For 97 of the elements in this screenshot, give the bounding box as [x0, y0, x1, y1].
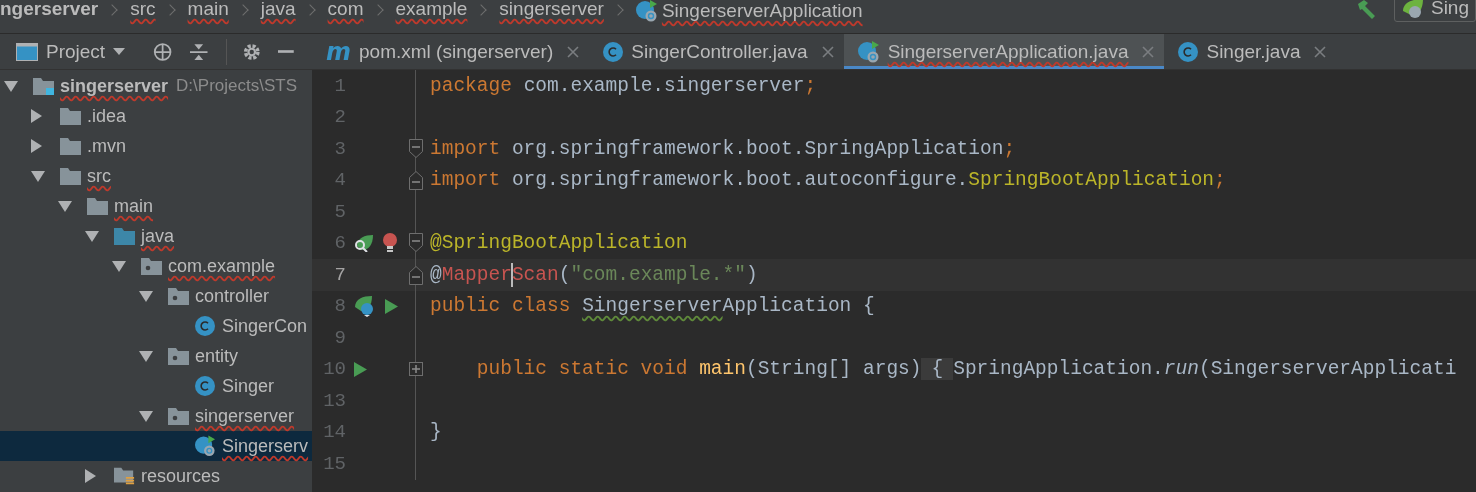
- text-cursor: [510, 262, 513, 287]
- fold-marker-icon[interactable]: [409, 264, 423, 285]
- tree-item-label[interactable]: com.example: [168, 255, 276, 277]
- expanded-arrow-icon[interactable]: [85, 230, 99, 242]
- breadcrumb-item[interactable]: java: [260, 0, 296, 18]
- package-icon: [168, 407, 189, 425]
- run-configuration-selector[interactable]: Sing: [1393, 0, 1476, 22]
- line-number: 2: [333, 106, 346, 129]
- breadcrumb-item[interactable]: example: [395, 0, 468, 18]
- class-icon: [1178, 42, 1199, 62]
- code-line: public static void main(String[] args) { SpringApplication.run(SingerserverApplicati: [475, 358, 1457, 381]
- tree-item-label[interactable]: Singer: [222, 375, 275, 397]
- line-number: 15: [322, 452, 346, 475]
- locate-icon[interactable]: [153, 40, 173, 63]
- code-line: public class SingerserverApplication {: [430, 295, 875, 318]
- close-icon[interactable]: [567, 46, 580, 58]
- code-line: @MapperScan("com.example.*"): [430, 263, 758, 286]
- expanded-arrow-icon[interactable]: [112, 260, 126, 272]
- breadcrumb-item[interactable]: singerserver: [499, 0, 604, 18]
- tree-item-label[interactable]: .mvn: [87, 135, 126, 157]
- class-icon: [603, 42, 624, 62]
- code-line: import org.springframework.boot.autoconfigure.SpringBootApplication;: [430, 169, 1226, 192]
- code-line: @SpringBootApplication: [430, 232, 688, 255]
- class-icon: [195, 376, 215, 396]
- close-icon[interactable]: [1314, 46, 1327, 58]
- tree-item-label[interactable]: singerserver: [195, 405, 295, 427]
- folder-icon: [60, 167, 81, 185]
- package-icon: [141, 257, 162, 275]
- breadcrumb-item[interactable]: com: [327, 0, 364, 18]
- spring-class-icon: [635, 0, 658, 22]
- line-number: 9: [333, 326, 346, 349]
- run-icon[interactable]: [354, 361, 367, 377]
- collapsed-arrow-icon[interactable]: [85, 469, 96, 483]
- spring-class-icon: [195, 435, 216, 457]
- code-line: package com.example.singerserver;: [430, 74, 817, 97]
- line-number: 8: [333, 295, 346, 318]
- expand-fold-icon[interactable]: [409, 362, 423, 377]
- editor-tab[interactable]: Singer.java: [1164, 34, 1337, 69]
- breadcrumb-item[interactable]: main: [187, 0, 229, 18]
- resources-folder-icon: [114, 466, 135, 486]
- spring-bean-icon[interactable]: [354, 234, 374, 253]
- maven-icon: m: [326, 42, 351, 62]
- line-number: 6: [333, 232, 346, 255]
- editor-tab[interactable]: SingerController.java: [589, 34, 844, 69]
- breadcrumb-item[interactable]: ngerserver: [0, 0, 99, 18]
- line-number: 1: [333, 74, 346, 97]
- line-number: 10: [322, 358, 346, 381]
- caret-icon: [113, 48, 126, 55]
- line-number: 4: [333, 169, 346, 192]
- collapsed-arrow-icon[interactable]: [31, 139, 42, 153]
- breadcrumb-item[interactable]: SingerserverApplication: [661, 2, 863, 20]
- spring-class-icon: [857, 41, 880, 63]
- folder-icon: [60, 107, 81, 125]
- code-line: import org.springframework.boot.SpringApplication;: [430, 137, 1016, 160]
- collapsed-arrow-icon[interactable]: [31, 109, 42, 123]
- fold-marker-icon[interactable]: [409, 233, 423, 254]
- package-icon: [168, 347, 189, 365]
- line-number: 14: [322, 421, 346, 444]
- folder-icon: [60, 137, 81, 155]
- line-number: 13: [322, 389, 346, 412]
- expanded-arrow-icon[interactable]: [31, 170, 45, 182]
- tree-item-label[interactable]: SingerCon: [222, 315, 308, 337]
- folder-icon: [33, 77, 54, 95]
- fold-marker-icon[interactable]: [409, 170, 423, 191]
- folder-icon: [114, 227, 135, 245]
- folded-code[interactable]: {: [921, 358, 954, 381]
- breadcrumb-item[interactable]: src: [130, 0, 156, 18]
- project-path: D:\Projects\STS: [176, 76, 297, 96]
- expanded-arrow-icon[interactable]: [139, 410, 153, 422]
- editor-tab[interactable]: m pom.xml (singerserver): [312, 34, 590, 69]
- tree-item-label[interactable]: .idea: [87, 105, 127, 127]
- expanded-arrow-icon[interactable]: [58, 200, 72, 212]
- spring-icon: [1400, 0, 1425, 19]
- tree-item-label[interactable]: main: [114, 195, 153, 217]
- line-number: 3: [333, 137, 346, 160]
- tree-item-label[interactable]: entity: [195, 345, 239, 367]
- run-icon[interactable]: [385, 298, 398, 314]
- tree-item-label[interactable]: resources: [141, 465, 221, 487]
- tree-item-label[interactable]: singerserver: [60, 75, 169, 97]
- expanded-arrow-icon[interactable]: [4, 80, 18, 92]
- line-number: 7: [333, 263, 346, 286]
- tree-item-label[interactable]: java: [141, 225, 175, 247]
- expanded-arrow-icon[interactable]: [139, 350, 153, 362]
- line-number: 5: [333, 200, 346, 223]
- class-icon: [195, 316, 215, 336]
- settings-icon[interactable]: [242, 41, 261, 62]
- close-icon[interactable]: [821, 46, 834, 58]
- package-icon: [168, 287, 189, 305]
- tree-item-label[interactable]: controller: [195, 285, 270, 307]
- tree-item-label[interactable]: Singerserv: [222, 435, 309, 457]
- expanded-arrow-icon[interactable]: [139, 290, 153, 302]
- tree-item-label[interactable]: src: [87, 165, 111, 187]
- editor-tab[interactable]: SingerserverApplication.java: [843, 34, 1165, 69]
- folder-icon: [87, 197, 108, 215]
- window-icon: [16, 42, 38, 61]
- code-line: }: [430, 421, 442, 444]
- fold-marker-icon[interactable]: [409, 138, 423, 159]
